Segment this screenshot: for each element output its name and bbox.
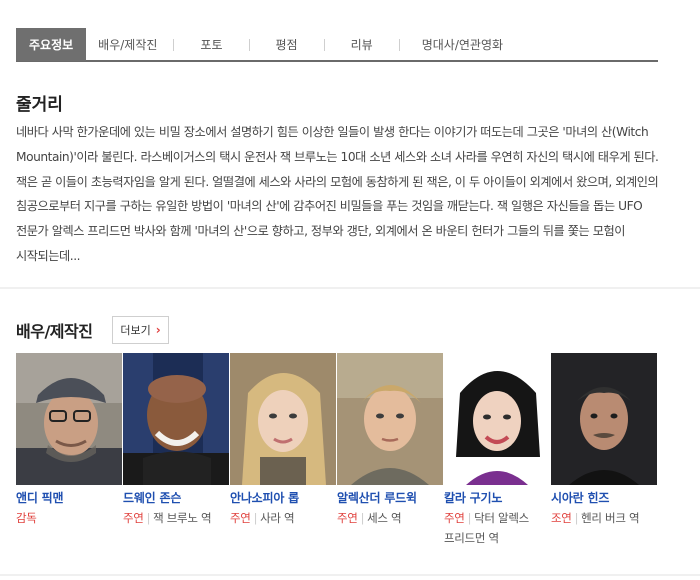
synopsis-title: 줄거리 [16, 95, 63, 115]
person-photo[interactable] [16, 353, 122, 485]
chevron-right-icon: › [155, 323, 161, 337]
role-name: 세스 역 [367, 511, 402, 525]
person-photo[interactable] [337, 353, 443, 485]
role-separator: | [360, 511, 365, 525]
cast-role: 조연 | 헨리 버크 역 [551, 508, 651, 528]
role-name: 헨리 버크 역 [581, 511, 640, 525]
cast-item[interactable]: 드웨인 존슨 주연 | 잭 브루노 역 [123, 353, 230, 548]
cast-role: 주연 | 잭 브루노 역 [123, 508, 223, 528]
cast-name[interactable]: 시아란 힌즈 [551, 489, 651, 506]
person-photo[interactable] [444, 353, 550, 485]
more-button[interactable]: 더보기 › [112, 316, 169, 344]
tab-quotes-related[interactable]: 명대사/연관영화 [400, 28, 517, 61]
tab-bar: 주요정보 배우/제작진 포토 평점 리뷰 명대사/연관영화 [16, 28, 658, 62]
section-divider [0, 574, 700, 576]
cast-item[interactable]: 앤디 픽맨 감독 [16, 353, 123, 548]
synopsis-text: 네바다 사막 한가운데에 있는 비밀 장소에서 설명하기 힘든 이상한 일들이 … [16, 125, 659, 263]
role-type: 주연 [230, 511, 251, 525]
section-divider [0, 287, 700, 289]
person-photo[interactable] [551, 353, 657, 485]
cast-name[interactable]: 칼라 구기노 [444, 489, 544, 506]
cast-item[interactable]: 칼라 구기노 주연 | 닥터 알렉스 프리드먼 역 [444, 353, 551, 548]
cast-name[interactable]: 알렉산더 루드윅 [337, 489, 437, 506]
tab-main-info[interactable]: 주요정보 [16, 28, 87, 61]
person-photo[interactable] [230, 353, 336, 485]
role-type: 주연 [337, 511, 358, 525]
cast-list: 앤디 픽맨 감독 드웨인 존슨 주연 | 잭 브루노 역 안나소피아 롭 주연 … [16, 353, 658, 548]
cast-role: 감독 [16, 508, 116, 528]
cast-role: 주연 | 사라 역 [230, 508, 330, 528]
cast-role: 주연 | 세스 역 [337, 508, 437, 528]
cast-item[interactable]: 시아란 힌즈 조연 | 헨리 버크 역 [551, 353, 658, 548]
person-photo[interactable] [123, 353, 229, 485]
more-button-label: 더보기 [120, 324, 151, 337]
cast-item[interactable]: 안나소피아 롭 주연 | 사라 역 [230, 353, 337, 548]
role-type: 주연 [444, 511, 465, 525]
role-type: 감독 [16, 511, 37, 525]
role-name: 사라 역 [260, 511, 295, 525]
role-separator: | [146, 511, 151, 525]
cast-name[interactable]: 안나소피아 롭 [230, 489, 330, 506]
cast-section-title: 배우/제작진 [16, 322, 93, 341]
tab-cast-crew[interactable]: 배우/제작진 [86, 28, 173, 61]
role-type: 조연 [551, 511, 572, 525]
tab-review[interactable]: 리뷰 [325, 28, 399, 61]
cast-item[interactable]: 알렉산더 루드윅 주연 | 세스 역 [337, 353, 444, 548]
tab-rating[interactable]: 평점 [250, 28, 324, 61]
cast-role: 주연 | 닥터 알렉스 프리드먼 역 [444, 508, 544, 548]
role-separator: | [574, 511, 579, 525]
role-separator: | [467, 511, 472, 525]
role-type: 주연 [123, 511, 144, 525]
role-separator: | [253, 511, 258, 525]
role-name: 잭 브루노 역 [153, 511, 212, 525]
tab-photo[interactable]: 포토 [174, 28, 248, 61]
cast-name[interactable]: 드웨인 존슨 [123, 489, 223, 506]
cast-name[interactable]: 앤디 픽맨 [16, 489, 116, 506]
